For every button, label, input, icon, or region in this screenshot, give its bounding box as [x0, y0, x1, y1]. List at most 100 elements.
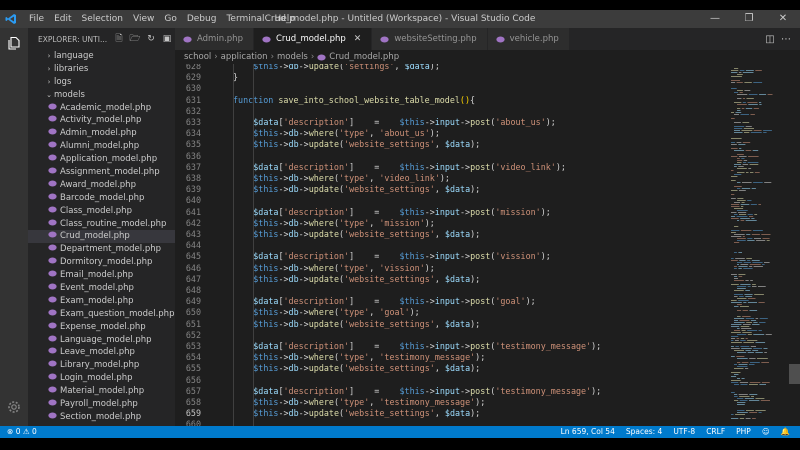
- file-item[interactable]: Admin_model.php: [28, 127, 175, 140]
- split-editor-icon[interactable]: ◫: [762, 34, 778, 45]
- folder-item[interactable]: › logs: [28, 76, 175, 89]
- code-line[interactable]: 628 $this->db->update('settings', $data);: [175, 64, 727, 72]
- minimize-button[interactable]: —: [698, 10, 732, 28]
- editor-tab[interactable]: vehicle.php: [487, 28, 570, 50]
- breadcrumb-item[interactable]: Crud_model.php: [329, 50, 399, 64]
- file-item[interactable]: Class_routine_model.php: [28, 218, 175, 231]
- indentation[interactable]: Spaces: 4: [626, 426, 662, 438]
- refresh-icon[interactable]: ↻: [143, 34, 159, 44]
- collapse-all-icon[interactable]: ▣: [159, 34, 175, 44]
- scrollbar-thumb[interactable]: [789, 364, 800, 384]
- file-item[interactable]: Event_model.php: [28, 282, 175, 295]
- file-item[interactable]: Section_model.php: [28, 411, 175, 424]
- menu-help[interactable]: Help: [269, 10, 300, 28]
- file-item[interactable]: Activity_model.php: [28, 114, 175, 127]
- file-item[interactable]: Academic_model.php: [28, 102, 175, 115]
- code-line[interactable]: 635 $this->db->update('website_settings',…: [175, 139, 727, 150]
- menu-go[interactable]: Go: [159, 10, 181, 28]
- restore-button[interactable]: ❐: [732, 10, 766, 28]
- code-line[interactable]: 647 $this->db->update('website_settings',…: [175, 274, 727, 285]
- editor-tab[interactable]: Admin.php: [175, 28, 254, 50]
- menu-edit[interactable]: Edit: [49, 10, 76, 28]
- problems-indicator[interactable]: ⊗ 0 ⚠ 0: [7, 426, 37, 438]
- code-line[interactable]: 631 function save_into_school_website_tab…: [175, 95, 727, 106]
- code-line[interactable]: 645 $data['description'] = $this->input->…: [175, 251, 727, 262]
- end-of-line[interactable]: CRLF: [706, 426, 725, 438]
- code-line[interactable]: 639 $this->db->update('website_settings',…: [175, 184, 727, 195]
- code-line[interactable]: 633 $data['description'] = $this->input->…: [175, 117, 727, 128]
- code-line[interactable]: 656: [175, 375, 727, 386]
- code-line[interactable]: 629}: [175, 72, 727, 83]
- file-item[interactable]: Assignment_model.php: [28, 166, 175, 179]
- encoding[interactable]: UTF-8: [673, 426, 695, 438]
- code-line[interactable]: 655 $this->db->update('website_settings',…: [175, 363, 727, 374]
- menu-view[interactable]: View: [128, 10, 159, 28]
- file-item[interactable]: Expense_model.php: [28, 321, 175, 334]
- feedback-icon[interactable]: ☺: [762, 426, 770, 438]
- file-item[interactable]: Library_model.php: [28, 359, 175, 372]
- code-line[interactable]: 659 $this->db->update('website_settings',…: [175, 408, 727, 419]
- file-item[interactable]: Award_model.php: [28, 179, 175, 192]
- close-window-button[interactable]: ✕: [766, 10, 800, 28]
- code-line[interactable]: 654 $this->db->where('type', 'testimony_m…: [175, 352, 727, 363]
- editor-tab[interactable]: websiteSetting.php: [372, 28, 488, 50]
- code-line[interactable]: 660: [175, 419, 727, 426]
- breadcrumb-item[interactable]: school: [184, 50, 211, 64]
- language-mode[interactable]: PHP: [736, 426, 751, 438]
- file-item[interactable]: Crud_model.php: [28, 230, 175, 244]
- menu-selection[interactable]: Selection: [77, 10, 128, 28]
- code-line[interactable]: 642 $this->db->where('type', 'mission');: [175, 218, 727, 229]
- breadcrumb-item[interactable]: models: [277, 50, 308, 64]
- editor-scrollbar[interactable]: [789, 64, 800, 426]
- file-item[interactable]: Dormitory_model.php: [28, 256, 175, 269]
- code-line[interactable]: 653 $data['description'] = $this->input->…: [175, 341, 727, 352]
- close-tab-icon[interactable]: ✕: [354, 34, 362, 44]
- file-item[interactable]: Department_model.php: [28, 243, 175, 256]
- code-line[interactable]: 651 $this->db->update('website_settings',…: [175, 319, 727, 330]
- editor-tab[interactable]: Crud_model.php ✕: [253, 28, 373, 50]
- code-line[interactable]: 643 $this->db->update('website_settings',…: [175, 229, 727, 240]
- code-line[interactable]: 650 $this->db->where('type', 'goal');: [175, 307, 727, 318]
- file-item[interactable]: Leave_model.php: [28, 346, 175, 359]
- file-item[interactable]: Payroll_model.php: [28, 398, 175, 411]
- code-line[interactable]: 637 $data['description'] = $this->input->…: [175, 162, 727, 173]
- breadcrumb-item[interactable]: application: [221, 50, 268, 64]
- notifications-icon[interactable]: 🔔: [781, 426, 790, 438]
- file-item[interactable]: Exam_question_model.php: [28, 308, 175, 321]
- file-item[interactable]: Material_model.php: [28, 385, 175, 398]
- code-line[interactable]: 648: [175, 285, 727, 296]
- code-line[interactable]: 636: [175, 151, 727, 162]
- cursor-position[interactable]: Ln 659, Col 54: [561, 426, 615, 438]
- folder-item[interactable]: ⌄ models: [28, 89, 175, 102]
- code-editor[interactable]: 628 $this->db->update('settings', $data);…: [175, 64, 727, 426]
- more-actions-icon[interactable]: ⋯: [778, 34, 794, 45]
- code-line[interactable]: 638 $this->db->where('type', 'video_link'…: [175, 173, 727, 184]
- file-item[interactable]: Class_model.php: [28, 205, 175, 218]
- menu-file[interactable]: File: [24, 10, 49, 28]
- file-item[interactable]: Exam_model.php: [28, 295, 175, 308]
- menu-debug[interactable]: Debug: [182, 10, 222, 28]
- code-line[interactable]: 644: [175, 240, 727, 251]
- code-line[interactable]: 641 $data['description'] = $this->input->…: [175, 207, 727, 218]
- minimap[interactable]: [727, 64, 789, 426]
- code-line[interactable]: 630: [175, 83, 727, 94]
- files-icon[interactable]: [7, 36, 21, 50]
- folder-item[interactable]: › language: [28, 50, 175, 63]
- file-item[interactable]: Language_model.php: [28, 334, 175, 347]
- new-file-icon[interactable]: 🗎: [111, 31, 127, 47]
- file-item[interactable]: Email_model.php: [28, 269, 175, 282]
- file-item[interactable]: Application_model.php: [28, 153, 175, 166]
- code-line[interactable]: 640: [175, 195, 727, 206]
- code-line[interactable]: 657 $data['description'] = $this->input->…: [175, 386, 727, 397]
- menu-terminal[interactable]: Terminal: [221, 10, 269, 28]
- folder-item[interactable]: › libraries: [28, 63, 175, 76]
- code-line[interactable]: 634 $this->db->where('type', 'about_us');: [175, 128, 727, 139]
- code-line[interactable]: 649 $data['description'] = $this->input->…: [175, 296, 727, 307]
- code-line[interactable]: 632: [175, 106, 727, 117]
- file-item[interactable]: Alumni_model.php: [28, 140, 175, 153]
- gear-icon[interactable]: [7, 400, 21, 414]
- file-item[interactable]: Login_model.php: [28, 372, 175, 385]
- file-item[interactable]: Barcode_model.php: [28, 192, 175, 205]
- code-line[interactable]: 652: [175, 330, 727, 341]
- code-line[interactable]: 658 $this->db->where('type', 'testimony_m…: [175, 397, 727, 408]
